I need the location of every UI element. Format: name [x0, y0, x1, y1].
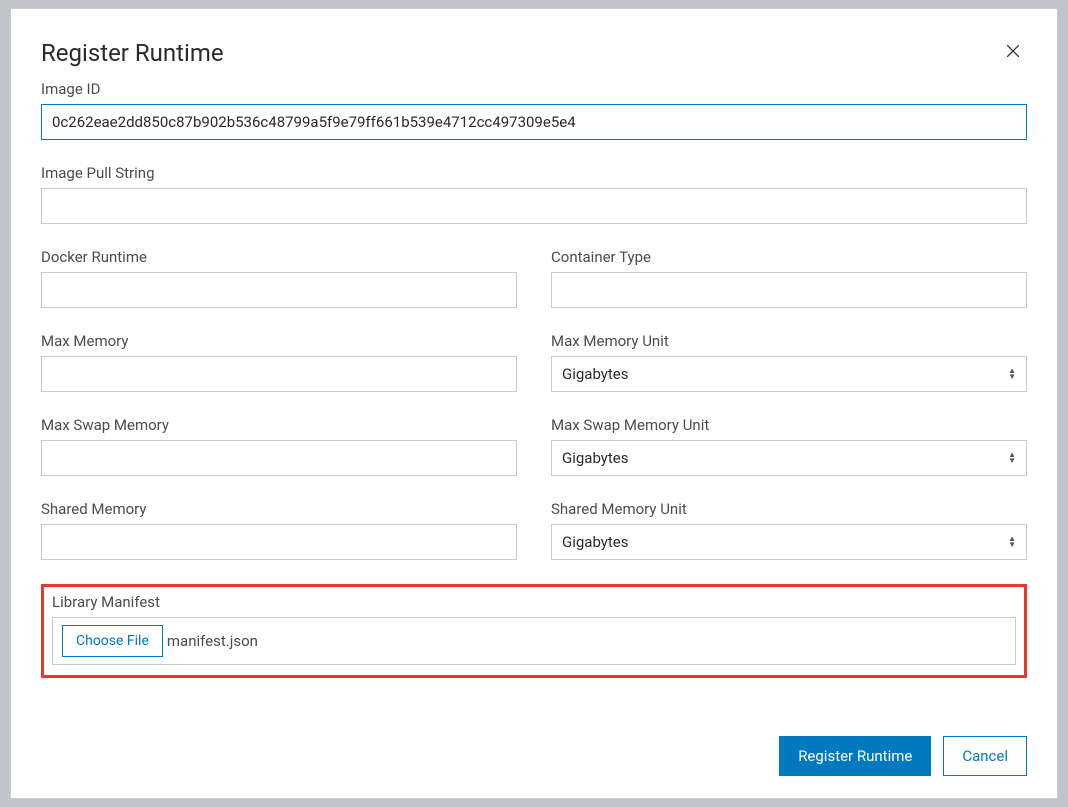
container-type-group: Container Type	[551, 248, 1027, 308]
shared-memory-unit-label: Shared Memory Unit	[551, 500, 1027, 518]
shared-memory-label: Shared Memory	[41, 500, 517, 518]
modal-footer: Register Runtime Cancel	[11, 722, 1057, 798]
max-memory-group: Max Memory	[41, 332, 517, 392]
image-pull-string-label: Image Pull String	[41, 164, 1027, 182]
max-memory-unit-group: Max Memory Unit Gigabytes ▲▼	[551, 332, 1027, 392]
cancel-button[interactable]: Cancel	[943, 736, 1027, 776]
image-pull-string-input[interactable]	[41, 188, 1027, 224]
image-pull-string-group: Image Pull String	[41, 164, 1027, 224]
docker-runtime-input[interactable]	[41, 272, 517, 308]
shared-memory-group: Shared Memory	[41, 500, 517, 560]
image-id-input[interactable]	[41, 104, 1027, 140]
modal-title: Register Runtime	[41, 39, 224, 67]
max-swap-memory-input[interactable]	[41, 440, 517, 476]
close-button[interactable]	[999, 37, 1027, 68]
shared-memory-unit-select[interactable]: Gigabytes ▲▼	[551, 524, 1027, 560]
register-runtime-modal: Register Runtime Image ID Image Pull Str…	[10, 8, 1058, 799]
max-swap-memory-unit-group: Max Swap Memory Unit Gigabytes ▲▼	[551, 416, 1027, 476]
file-input-wrap: Choose File manifest.json	[52, 617, 1016, 665]
select-arrows-icon: ▲▼	[1008, 368, 1016, 380]
choose-file-button[interactable]: Choose File	[62, 625, 163, 657]
shared-memory-unit-group: Shared Memory Unit Gigabytes ▲▼	[551, 500, 1027, 560]
close-icon	[1003, 41, 1023, 61]
container-type-label: Container Type	[551, 248, 1027, 266]
max-swap-memory-label: Max Swap Memory	[41, 416, 517, 434]
max-swap-memory-unit-select[interactable]: Gigabytes ▲▼	[551, 440, 1027, 476]
shared-memory-input[interactable]	[41, 524, 517, 560]
image-id-group: Image ID	[41, 80, 1027, 140]
max-memory-unit-value: Gigabytes	[562, 365, 629, 383]
max-swap-memory-unit-label: Max Swap Memory Unit	[551, 416, 1027, 434]
modal-header: Register Runtime	[11, 9, 1057, 80]
max-memory-input[interactable]	[41, 356, 517, 392]
docker-runtime-group: Docker Runtime	[41, 248, 517, 308]
image-id-label: Image ID	[41, 80, 1027, 98]
max-memory-unit-select[interactable]: Gigabytes ▲▼	[551, 356, 1027, 392]
max-swap-memory-unit-value: Gigabytes	[562, 449, 629, 467]
register-runtime-button[interactable]: Register Runtime	[779, 736, 931, 776]
max-memory-unit-label: Max Memory Unit	[551, 332, 1027, 350]
max-memory-label: Max Memory	[41, 332, 517, 350]
container-type-input[interactable]	[551, 272, 1027, 308]
select-arrows-icon: ▲▼	[1008, 452, 1016, 464]
select-arrows-icon: ▲▼	[1008, 536, 1016, 548]
shared-memory-unit-value: Gigabytes	[562, 533, 629, 551]
docker-runtime-label: Docker Runtime	[41, 248, 517, 266]
max-swap-memory-group: Max Swap Memory	[41, 416, 517, 476]
selected-file-name: manifest.json	[167, 632, 258, 650]
library-manifest-section: Library Manifest Choose File manifest.js…	[41, 584, 1027, 678]
modal-body[interactable]: Image ID Image Pull String Docker Runtim…	[11, 80, 1057, 722]
library-manifest-label: Library Manifest	[52, 593, 1016, 611]
